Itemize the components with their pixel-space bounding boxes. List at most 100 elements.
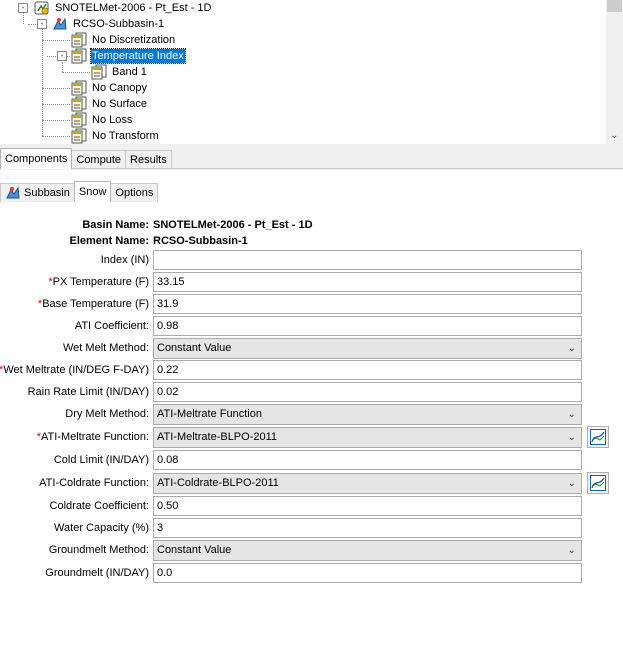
wet-meltrate-label: *Wet Meltrate (IN/DEG F-DAY)	[0, 360, 149, 380]
tree-item-basin-model[interactable]: SNOTELMet-2006 - Pt_Est - 1D	[34, 0, 213, 16]
wet-melt-method-label: Wet Melt Method:	[63, 342, 149, 354]
coldrate-coefficient-input[interactable]: 0.50	[153, 496, 582, 516]
water-capacity-label: Water Capacity (%)	[54, 522, 149, 534]
ati-meltrate-row: *ATI-Meltrate Function: ATI-Meltrate-BLP…	[0, 426, 623, 448]
groundmelt-input[interactable]: 0.0	[153, 563, 582, 583]
water-capacity-input[interactable]: 3	[153, 518, 582, 538]
cold-limit-input[interactable]: 0.08	[153, 450, 582, 470]
component-sheet-icon	[71, 32, 87, 48]
collapse-toggle[interactable]: -	[57, 51, 67, 61]
ati-coefficient-input[interactable]: 0.98	[153, 316, 582, 336]
component-sheet-icon	[71, 96, 87, 112]
ati-meltrate-label: *ATI-Meltrate Function:	[37, 427, 149, 447]
tree-item-label: Band 1	[112, 66, 147, 78]
select-value: ATI-Meltrate-BLPO-2011	[157, 431, 278, 443]
select-value: ATI-Coldrate-BLPO-2011	[157, 477, 279, 489]
groundmelt-method-row: Groundmelt Method: Constant Value ⌄	[0, 540, 623, 561]
water-capacity-row: Water Capacity (%) 3	[0, 518, 623, 538]
tab-snow[interactable]: Snow	[73, 181, 112, 202]
ati-coldrate-label: ATI-Coldrate Function:	[39, 477, 149, 489]
wet-meltrate-input[interactable]: 0.22	[153, 360, 582, 380]
component-sheet-icon	[71, 80, 87, 96]
chevron-down-icon: ⌄	[567, 409, 576, 420]
select-value: Constant Value	[157, 544, 232, 556]
tree-item-label: No Loss	[92, 114, 133, 126]
component-sheet-icon	[91, 64, 107, 80]
label-text: PX Temperature (F)	[52, 276, 149, 288]
tree-item-band-1[interactable]: Band 1	[91, 64, 148, 80]
ati-meltrate-select[interactable]: ATI-Meltrate-BLPO-2011 ⌄	[153, 427, 582, 448]
groundmelt-method-select[interactable]: Constant Value ⌄	[153, 540, 582, 561]
element-name-value: RCSO-Subbasin-1	[153, 235, 248, 247]
tree-scrollbar[interactable]: ⌄	[606, 0, 623, 144]
tab-subbasin[interactable]: Subbasin	[0, 183, 75, 202]
chevron-down-icon: ⌄	[567, 343, 576, 354]
basin-model-icon	[34, 0, 50, 16]
dry-melt-method-label: Dry Melt Method:	[65, 408, 149, 420]
tree-item-label: SNOTELMet-2006 - Pt_Est - 1D	[55, 2, 212, 14]
wet-meltrate-row: *Wet Meltrate (IN/DEG F-DAY) 0.22	[0, 360, 623, 380]
collapse-toggle[interactable]: -	[37, 19, 47, 29]
chevron-down-icon: ⌄	[567, 432, 576, 443]
tree-item-label: No Canopy	[92, 82, 148, 94]
tree-item-label: RCSO-Subbasin-1	[73, 18, 165, 30]
tree-item-no-canopy[interactable]: No Canopy	[71, 80, 148, 96]
tree-item-no-surface[interactable]: No Surface	[71, 96, 148, 112]
wet-melt-method-row: Wet Melt Method: Constant Value ⌄	[0, 338, 623, 359]
tree-item-label: No Surface	[92, 98, 148, 110]
tab-compute[interactable]: Compute	[71, 150, 127, 169]
rain-rate-limit-row: Rain Rate Limit (IN/DAY) 0.02	[0, 382, 623, 402]
base-temperature-row: *Base Temperature (F) 31.9	[0, 294, 623, 314]
rain-rate-limit-label: Rain Rate Limit (IN/DAY)	[27, 386, 149, 398]
label-text: ATI-Meltrate Function:	[41, 431, 149, 443]
tree-item-no-loss[interactable]: No Loss	[71, 112, 133, 128]
ati-coefficient-row: ATI Coefficient: 0.98	[0, 316, 623, 336]
base-temperature-input[interactable]: 31.9	[153, 294, 582, 314]
graph-icon	[590, 475, 606, 491]
index-row: Index (IN)	[0, 250, 623, 270]
cold-limit-label: Cold Limit (IN/DAY)	[53, 454, 149, 466]
index-input[interactable]	[153, 250, 582, 270]
tree-item-no-transform[interactable]: No Transform	[71, 128, 160, 144]
tab-options[interactable]: Options	[110, 183, 159, 202]
tab-label: Snow	[78, 186, 107, 198]
ati-coldrate-graph-button[interactable]	[587, 472, 609, 494]
element-name-row: Element Name: RCSO-Subbasin-1	[0, 231, 623, 251]
scroll-down-icon[interactable]: ⌄	[606, 127, 623, 144]
tab-label: Options	[115, 187, 154, 199]
tab-components[interactable]: Components	[0, 148, 73, 169]
tab-results[interactable]: Results	[125, 150, 172, 169]
tree-item-temperature-index[interactable]: Temperature Index	[71, 48, 186, 64]
ati-coldrate-select[interactable]: ATI-Coldrate-BLPO-2011 ⌄	[153, 473, 582, 494]
component-tree[interactable]: - - - SNOTELMet-2006 - Pt_Est - 1D RCSO-…	[0, 0, 623, 144]
px-temperature-input[interactable]: 33.15	[153, 272, 582, 292]
tab-label: Compute	[76, 154, 122, 166]
label-text: Wet Meltrate (IN/DEG F-DAY)	[3, 364, 149, 376]
select-value: ATI-Meltrate Function	[157, 408, 262, 420]
subbasin-icon	[52, 16, 68, 32]
tab-label: Subbasin	[24, 187, 70, 199]
px-temperature-row: *PX Temperature (F) 33.15	[0, 272, 623, 292]
groundmelt-row: Groundmelt (IN/DAY) 0.0	[0, 563, 623, 583]
scrollbar-thumb[interactable]	[607, 0, 622, 12]
groundmelt-label: Groundmelt (IN/DAY)	[45, 567, 149, 579]
tree-item-label: No Discretization	[92, 34, 176, 46]
editor-tabs: Subbasin Snow Options	[0, 180, 159, 202]
rain-rate-limit-input[interactable]: 0.02	[153, 382, 582, 402]
chevron-down-icon: ⌄	[567, 545, 576, 556]
index-label: Index (IN)	[100, 254, 149, 266]
tree-item-subbasin[interactable]: RCSO-Subbasin-1	[52, 16, 165, 32]
element-name-label: Element Name:	[69, 235, 149, 247]
tab-label: Results	[130, 154, 167, 166]
dry-melt-method-select[interactable]: ATI-Meltrate Function ⌄	[153, 404, 582, 425]
wet-melt-method-select[interactable]: Constant Value ⌄	[153, 338, 582, 359]
ati-meltrate-graph-button[interactable]	[587, 426, 609, 448]
subbasin-icon	[5, 185, 21, 201]
tree-item-no-discretization[interactable]: No Discretization	[71, 32, 176, 48]
tab-label: Components	[5, 153, 68, 165]
panel-divider[interactable]	[0, 168, 623, 169]
tree-item-label: No Transform	[92, 130, 159, 142]
dry-melt-method-row: Dry Melt Method: ATI-Meltrate Function ⌄	[0, 404, 623, 425]
collapse-toggle[interactable]: -	[18, 3, 28, 13]
groundmelt-method-label: Groundmelt Method:	[48, 544, 149, 556]
